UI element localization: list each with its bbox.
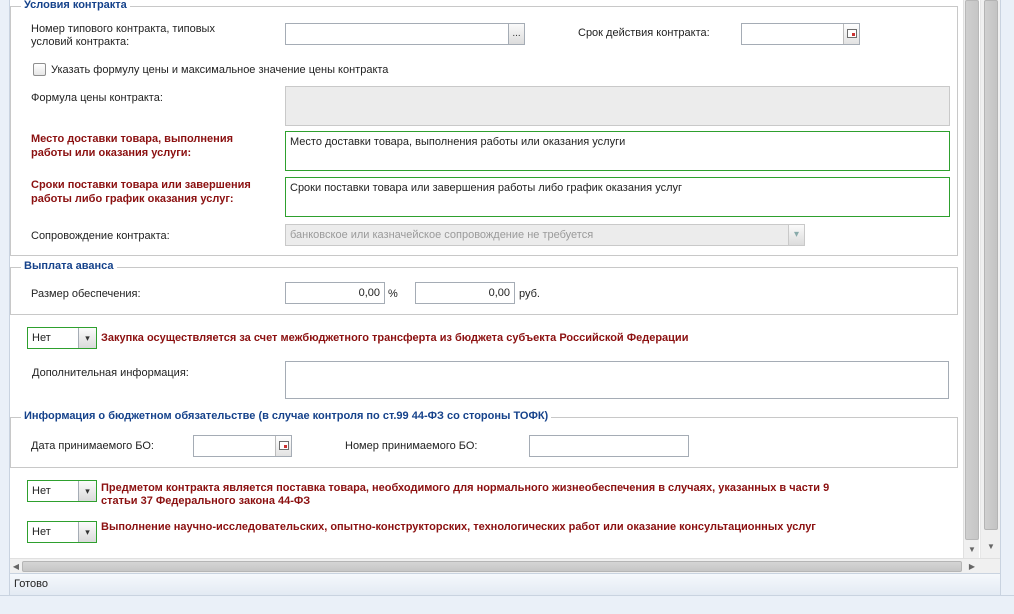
typical-contract-lookup-button[interactable]: ...	[508, 23, 525, 45]
scroll-right-icon[interactable]: ▶	[966, 559, 978, 574]
formula-checkbox-label: Указать формулу цены и максимальное знач…	[51, 64, 389, 76]
research-select[interactable]: Нет ▾	[27, 521, 97, 543]
horizontal-scroll-thumb[interactable]	[22, 561, 962, 572]
formula-input	[285, 86, 950, 126]
additional-info-label: Дополнительная информация:	[32, 367, 189, 379]
chevron-down-icon[interactable]: ▾	[78, 481, 96, 501]
form-content: Условия контракта Номер типового контрак…	[10, 0, 963, 558]
advance-group: Выплата аванса Размер обеспечения: 0,00 …	[10, 260, 958, 315]
security-rub-input[interactable]: 0,00	[415, 282, 515, 304]
typical-contract-input[interactable]	[285, 23, 509, 45]
scroll-down-icon[interactable]: ▼	[964, 542, 980, 558]
contract-conditions-legend: Условия контракта	[21, 0, 130, 11]
security-label: Размер обеспечения:	[31, 288, 141, 300]
delivery-place-textarea[interactable]: Место доставки товара, выполнения работы…	[285, 131, 950, 171]
chevron-down-icon[interactable]: ▾	[78, 522, 96, 542]
advance-legend: Выплата аванса	[21, 260, 117, 272]
bo-date-input[interactable]	[193, 435, 292, 457]
typical-contract-label: Номер типового контракта, типовых услови…	[31, 23, 215, 48]
research-label: Выполнение научно-исследовательских, опы…	[101, 521, 816, 533]
delivery-place-label: Место доставки товара, выполнения работы…	[31, 133, 234, 159]
calendar-icon[interactable]	[275, 436, 291, 456]
bo-number-input[interactable]	[529, 435, 689, 457]
status-text: Готово	[14, 578, 48, 590]
scroll-down-icon[interactable]: ▼	[981, 540, 1001, 554]
window-left-border	[0, 0, 10, 600]
term-date-input[interactable]	[741, 23, 860, 45]
status-bar: Готово	[10, 573, 1000, 595]
bo-number-label: Номер принимаемого БО:	[345, 440, 478, 452]
inner-scroll-thumb[interactable]	[965, 0, 979, 540]
term-label: Срок действия контракта:	[578, 27, 710, 39]
contract-conditions-group: Условия контракта Номер типового контрак…	[10, 0, 958, 256]
outer-scroll-thumb[interactable]	[984, 0, 998, 530]
rub-unit: руб.	[519, 288, 540, 300]
vital-goods-label-line2: статьи 37 Федерального закона 44-ФЗ	[101, 495, 311, 507]
delivery-terms-label: Сроки поставки товара или завершения раб…	[31, 179, 251, 205]
formula-checkbox[interactable]	[33, 63, 46, 76]
horizontal-scrollbar[interactable]: ◀ ▶	[10, 558, 1000, 573]
additional-info-textarea[interactable]	[285, 361, 949, 399]
delivery-terms-textarea[interactable]: Сроки поставки товара или завершения раб…	[285, 177, 950, 217]
inner-vertical-scrollbar[interactable]: ▼	[963, 0, 979, 558]
support-label: Сопровождение контракта:	[31, 230, 170, 242]
scroll-left-icon[interactable]: ◀	[10, 559, 22, 574]
vital-goods-select[interactable]: Нет ▾	[27, 480, 97, 502]
outer-vertical-scrollbar[interactable]: ▼	[980, 0, 1000, 558]
budget-obligation-group: Информация о бюджетном обязательстве (в …	[10, 410, 958, 468]
window-bottom-border	[0, 595, 1014, 614]
bo-date-label: Дата принимаемого БО:	[31, 440, 154, 452]
formula-label: Формула цены контракта:	[31, 92, 163, 104]
window: Условия контракта Номер типового контрак…	[0, 0, 1014, 614]
security-percent-input[interactable]: 0,00	[285, 282, 385, 304]
interbudget-select[interactable]: Нет ▾	[27, 327, 97, 349]
window-right-border	[1000, 0, 1014, 614]
budget-obligation-legend: Информация о бюджетном обязательстве (в …	[21, 410, 552, 422]
chevron-down-icon: ▾	[788, 224, 805, 246]
calendar-icon[interactable]	[843, 24, 859, 44]
support-select: банковское или казначейское сопровождени…	[285, 224, 805, 246]
percent-unit: %	[388, 288, 398, 300]
interbudget-label: Закупка осуществляется за счет межбюджет…	[101, 332, 689, 344]
vital-goods-label-line1: Предметом контракта является поставка то…	[101, 482, 830, 494]
chevron-down-icon[interactable]: ▾	[78, 328, 96, 348]
